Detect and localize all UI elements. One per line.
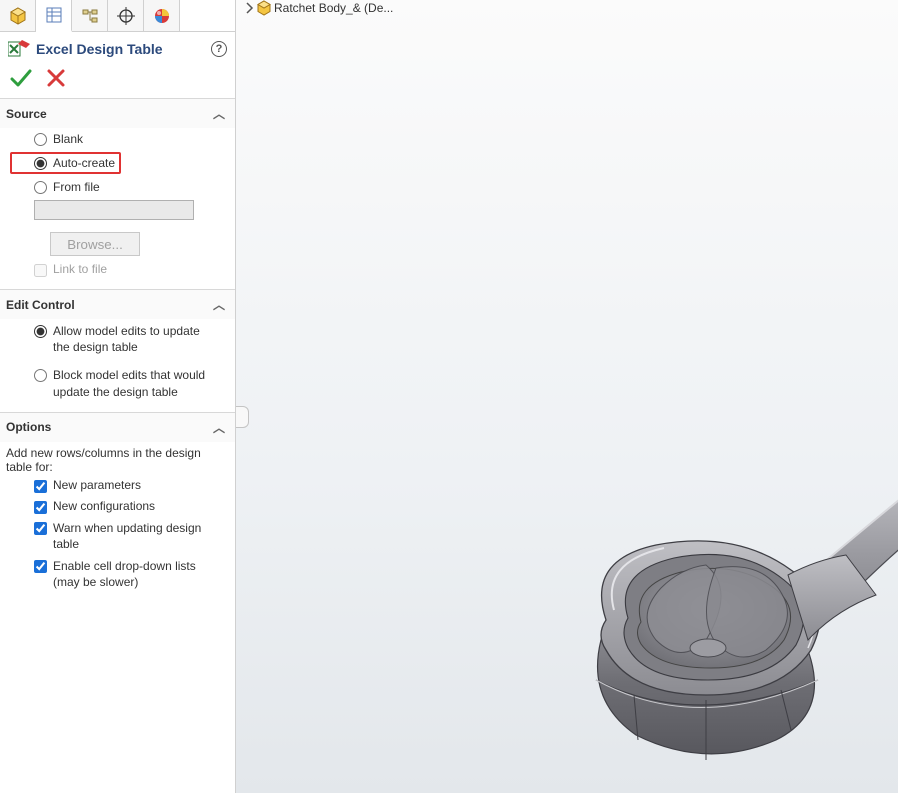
target-icon — [116, 6, 136, 26]
model-stage — [236, 0, 898, 793]
radio-block-edits[interactable] — [34, 369, 47, 382]
checkbox-enable-dropdown[interactable] — [34, 560, 47, 573]
radio-from-file-row[interactable]: From file — [10, 180, 225, 194]
check-warn-updating-row[interactable]: Warn when updating design table — [10, 520, 225, 552]
link-to-file-label: Link to file — [53, 262, 107, 276]
section-header-source[interactable]: Source ︿ — [0, 98, 235, 128]
radio-blank[interactable] — [34, 133, 47, 146]
tab-appearance[interactable] — [144, 0, 180, 31]
radio-block-edits-label: Block model edits that would update the … — [53, 367, 213, 399]
property-sheet-icon — [44, 5, 64, 25]
radio-blank-label: Blank — [53, 132, 83, 146]
check-enable-dropdown-label: Enable cell drop-down lists (may be slow… — [53, 558, 213, 590]
radio-from-file-label: From file — [53, 180, 100, 194]
ok-cancel-row — [0, 64, 235, 98]
graphics-viewport[interactable]: Ratchet Body_& (De... — [236, 0, 898, 793]
chevron-up-icon: ︿ — [213, 419, 225, 436]
radio-auto-create-row[interactable]: Auto-create — [10, 152, 121, 174]
appearance-ball-icon — [152, 6, 172, 26]
section-body-edit-control: Allow model edits to update the design t… — [0, 319, 235, 412]
radio-block-edits-row[interactable]: Block model edits that would update the … — [10, 367, 225, 399]
section-title-options: Options — [6, 420, 51, 434]
cancel-button[interactable] — [46, 68, 66, 88]
radio-auto-create[interactable] — [34, 157, 47, 170]
accept-button[interactable] — [10, 68, 32, 88]
property-panel: Excel Design Table ? Source ︿ Blank Auto… — [0, 0, 236, 793]
section-title-source: Source — [6, 107, 47, 121]
tab-config-manager[interactable] — [72, 0, 108, 31]
section-title-edit-control: Edit Control — [6, 298, 75, 312]
tab-dimxpert[interactable] — [108, 0, 144, 31]
chevron-up-icon: ︿ — [213, 105, 225, 122]
radio-allow-edits-row[interactable]: Allow model edits to update the design t… — [10, 323, 225, 355]
radio-blank-row[interactable]: Blank — [10, 132, 225, 146]
checkbox-warn-updating[interactable] — [34, 522, 47, 535]
options-intro: Add new rows/columns in the design table… — [0, 442, 235, 474]
section-body-source: Blank Auto-create From file Browse... Li… — [0, 128, 235, 289]
tab-features[interactable] — [0, 0, 36, 31]
checkbox-new-parameters[interactable] — [34, 480, 47, 493]
panel-title: Excel Design Table — [36, 41, 205, 57]
radio-auto-create-label: Auto-create — [53, 156, 115, 170]
section-header-edit-control[interactable]: Edit Control ︿ — [0, 289, 235, 319]
radio-allow-edits-label: Allow model edits to update the design t… — [53, 323, 213, 355]
section-header-options[interactable]: Options ︿ — [0, 412, 235, 442]
check-new-parameters-label: New parameters — [53, 478, 141, 492]
checkbox-new-configurations[interactable] — [34, 501, 47, 514]
check-new-parameters-row[interactable]: New parameters — [10, 478, 225, 493]
check-warn-updating-label: Warn when updating design table — [53, 520, 213, 552]
radio-from-file[interactable] — [34, 181, 47, 194]
excel-design-table-icon — [8, 40, 30, 58]
config-tree-icon — [80, 6, 100, 26]
tab-property-manager[interactable] — [36, 0, 72, 32]
chevron-up-icon: ︿ — [213, 296, 225, 313]
check-enable-dropdown-row[interactable]: Enable cell drop-down lists (may be slow… — [10, 558, 225, 590]
panel-title-row: Excel Design Table ? — [0, 32, 235, 64]
check-new-configurations-row[interactable]: New configurations — [10, 499, 225, 514]
section-body-options: New parameters New configurations Warn w… — [0, 474, 235, 603]
checkbox-link-to-file — [34, 264, 47, 277]
help-button[interactable]: ? — [211, 41, 227, 57]
browse-button: Browse... — [50, 232, 140, 256]
link-to-file-row: Link to file — [10, 262, 225, 277]
panel-tabs — [0, 0, 235, 32]
check-new-configurations-label: New configurations — [53, 499, 155, 513]
radio-allow-edits[interactable] — [34, 325, 47, 338]
file-path-input — [34, 200, 194, 220]
cube-icon — [8, 6, 28, 26]
